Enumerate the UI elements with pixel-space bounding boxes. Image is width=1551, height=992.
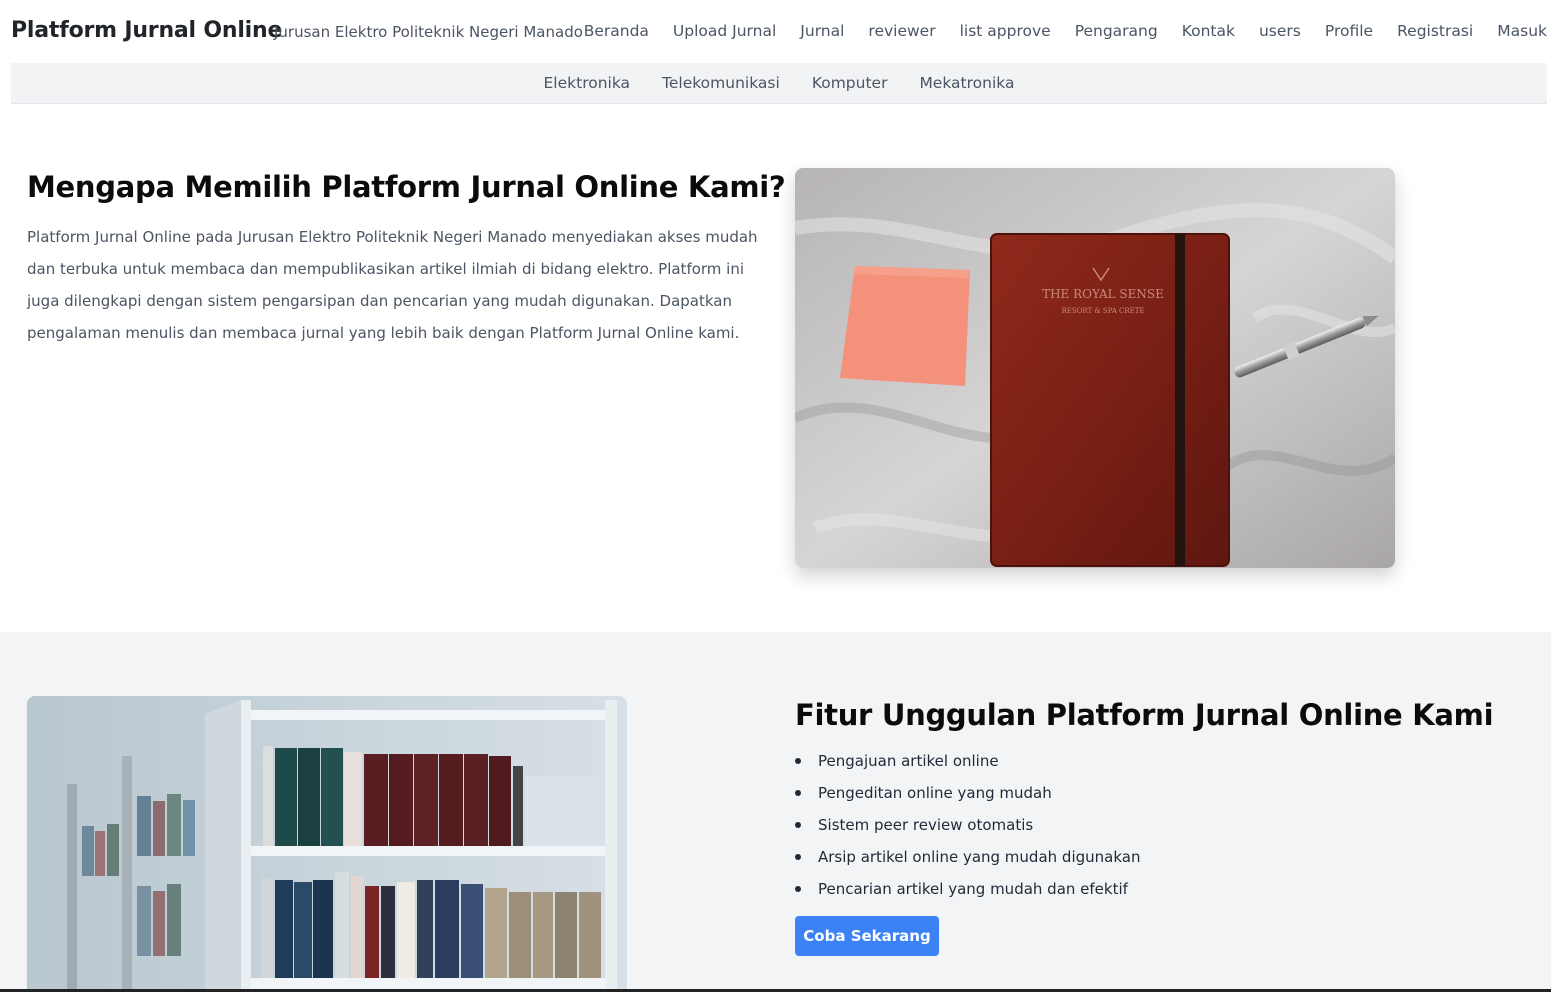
bullet-icon (795, 758, 801, 764)
nav-reviewer[interactable]: reviewer (868, 22, 935, 40)
bullet-icon (795, 790, 801, 796)
why-heading: Mengapa Memilih Platform Jurnal Online K… (27, 170, 786, 204)
nav-registrasi[interactable]: Registrasi (1397, 22, 1473, 40)
feature-text: Pengajuan artikel online (818, 752, 999, 770)
top-navbar: Platform Jurnal Online Jurusan Elektro P… (0, 0, 1551, 63)
nav-beranda[interactable]: Beranda (584, 22, 649, 40)
nav-masuk[interactable]: Masuk (1497, 22, 1547, 40)
brand-title[interactable]: Platform Jurnal Online (11, 18, 282, 43)
list-item: Sistem peer review otomatis (795, 809, 1140, 841)
bullet-icon (795, 822, 801, 828)
features-list: Pengajuan artikel online Pengeditan onli… (795, 745, 1140, 905)
feature-text: Pencarian artikel yang mudah dan efektif (818, 880, 1128, 898)
feature-text: Pengeditan online yang mudah (818, 784, 1052, 802)
subnav-komputer[interactable]: Komputer (812, 74, 888, 92)
nav-list-approve[interactable]: list approve (960, 22, 1051, 40)
nav-upload-jurnal[interactable]: Upload Jurnal (673, 22, 776, 40)
list-item: Pengajuan artikel online (795, 745, 1140, 777)
list-item: Arsip artikel online yang mudah digunaka… (795, 841, 1140, 873)
brand-tagline: Jurusan Elektro Politeknik Negeri Manado (274, 23, 583, 41)
svg-text:RESORT & SPA CRETE: RESORT & SPA CRETE (1061, 307, 1144, 315)
svg-text:THE ROYAL SENSE: THE ROYAL SENSE (1042, 287, 1164, 301)
bullet-icon (795, 854, 801, 860)
notebook-photo-icon: THE ROYAL SENSE RESORT & SPA CRETE (795, 168, 1395, 568)
nav-users[interactable]: users (1259, 22, 1301, 40)
bookshelf-icon (27, 696, 627, 992)
main-nav: Beranda Upload Jurnal Jurnal reviewer li… (584, 22, 1547, 40)
library-bookshelf-photo (27, 696, 627, 992)
features-heading: Fitur Unggulan Platform Jurnal Online Ka… (795, 698, 1494, 732)
category-subnav: Elektronika Telekomunikasi Komputer Meka… (11, 63, 1547, 104)
nav-pengarang[interactable]: Pengarang (1075, 22, 1158, 40)
feature-text: Arsip artikel online yang mudah digunaka… (818, 848, 1141, 866)
list-item: Pencarian artikel yang mudah dan efektif (795, 873, 1140, 905)
subnav-elektronika[interactable]: Elektronika (544, 74, 631, 92)
subnav-mekatronika[interactable]: Mekatronika (919, 74, 1014, 92)
subnav-telekomunikasi[interactable]: Telekomunikasi (662, 74, 780, 92)
notebook-photo: THE ROYAL SENSE RESORT & SPA CRETE (795, 168, 1395, 568)
bullet-icon (795, 886, 801, 892)
why-paragraph: Platform Jurnal Online pada Jurusan Elek… (27, 228, 758, 342)
nav-profile[interactable]: Profile (1325, 22, 1373, 40)
feature-text: Sistem peer review otomatis (818, 816, 1034, 834)
nav-jurnal[interactable]: Jurnal (800, 22, 844, 40)
nav-kontak[interactable]: Kontak (1182, 22, 1235, 40)
list-item: Pengeditan online yang mudah (795, 777, 1140, 809)
try-now-button[interactable]: Coba Sekarang (795, 916, 939, 956)
